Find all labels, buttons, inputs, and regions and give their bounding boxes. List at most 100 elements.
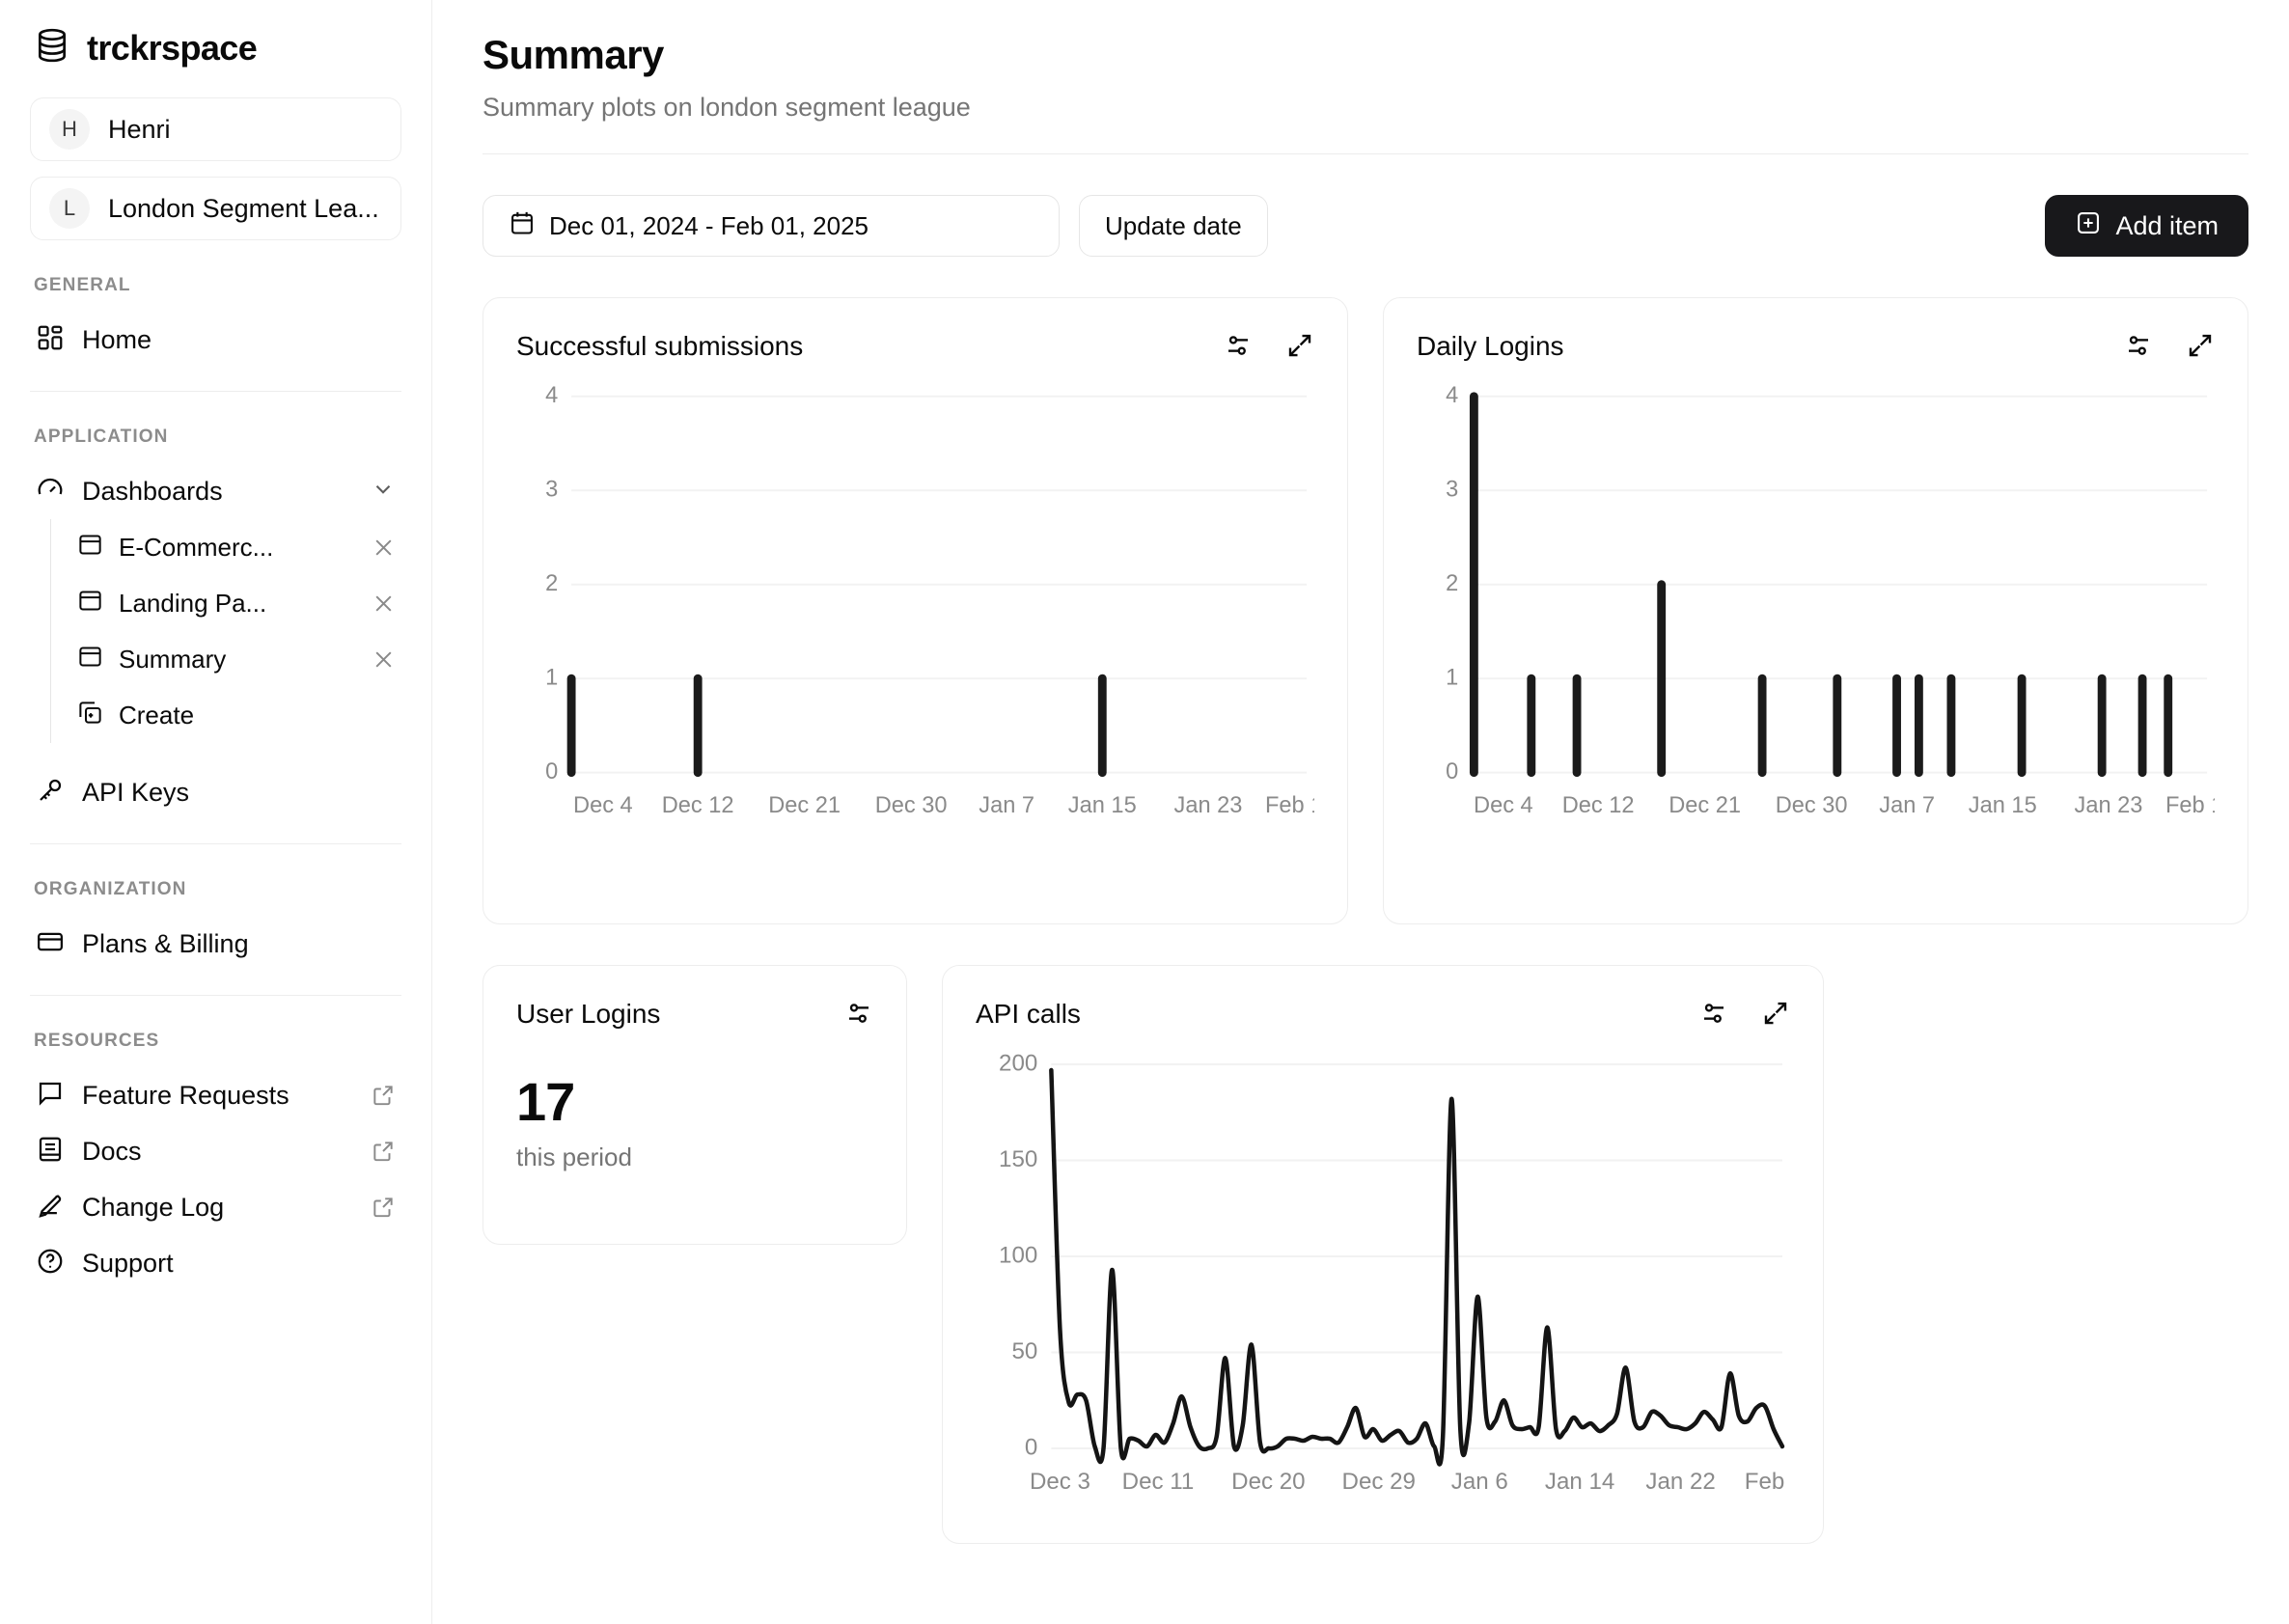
section-organization: ORGANIZATION: [34, 879, 187, 899]
svg-text:150: 150: [999, 1146, 1037, 1172]
sidebar-item-dashboards[interactable]: Dashboards: [30, 463, 401, 519]
user-switcher[interactable]: H Henri: [30, 97, 401, 161]
svg-text:Jan 7: Jan 7: [1879, 793, 1935, 818]
section-general: GENERAL: [34, 275, 131, 295]
card-title: User Logins: [516, 999, 661, 1029]
svg-text:Jan 6: Jan 6: [1451, 1469, 1508, 1495]
credit-card-icon: [36, 927, 65, 961]
svg-text:Dec 21: Dec 21: [768, 793, 841, 818]
sidebar-item-docs[interactable]: Docs: [30, 1123, 401, 1179]
sliders-icon[interactable]: [1224, 331, 1253, 360]
chart-area: 0 1 2 3 4 Dec 4 Dec 12 Dec 21 Dec 30 Jan 7 Jan 15 J…: [516, 383, 1314, 898]
copy-plus-icon: [77, 700, 103, 730]
workspace-switcher[interactable]: L London Segment Lea...: [30, 177, 401, 240]
sidebar-item-dashboard-ecommerce[interactable]: E-Commerc...: [71, 519, 401, 575]
plus-square-icon: [2075, 209, 2102, 243]
gauge-icon: [36, 475, 65, 509]
date-range-picker[interactable]: Dec 01, 2024 - Feb 01, 2025: [483, 195, 1060, 257]
sidebar-item-change-log[interactable]: Change Log: [30, 1179, 401, 1235]
sidebar-item-create-dashboard[interactable]: Create: [71, 687, 401, 743]
sidebar-item-label: Create: [119, 700, 195, 729]
svg-text:Dec 20: Dec 20: [1231, 1469, 1305, 1495]
card-header: API calls: [976, 999, 1790, 1030]
sidebar-item-label: API Keys: [82, 777, 190, 807]
sliders-icon[interactable]: [844, 999, 873, 1028]
sidebar-item-dashboard-summary[interactable]: Summary: [71, 631, 401, 687]
sidebar-item-label: Landing Pa...: [119, 588, 267, 618]
card-actions: [2124, 331, 2215, 360]
expand-icon[interactable]: [1285, 331, 1314, 360]
svg-text:Dec 29: Dec 29: [1342, 1469, 1416, 1495]
svg-text:Jan 22: Jan 22: [1645, 1469, 1715, 1495]
sidebar-item-plans-billing[interactable]: Plans & Billing: [30, 916, 401, 972]
dashboard-row-2: User Logins 17 this period API calls 0 5…: [483, 965, 2248, 1544]
external-link-icon: [371, 1083, 396, 1108]
user-logins-value: 17: [516, 1071, 575, 1132]
svg-text:1: 1: [545, 665, 558, 690]
svg-text:Dec 4: Dec 4: [573, 793, 633, 818]
chevron-down-icon[interactable]: [371, 477, 396, 507]
key-icon: [36, 776, 65, 810]
add-item-button[interactable]: Add item: [2045, 195, 2248, 257]
card-header: User Logins: [516, 999, 873, 1030]
chart-area: 0 1 2 3 4 Dec 4 Dec 12 Dec 21 Dec 30 Jan 7 Jan 15 J…: [1417, 383, 2215, 898]
svg-text:Jan 7: Jan 7: [979, 793, 1034, 818]
sidebar-item-label: Feature Requests: [82, 1080, 290, 1110]
daily-logins-chart: 0 1 2 3 4 Dec 4 Dec 12 Dec 21 Dec 30 Jan 7 Jan 15 J…: [1446, 383, 2215, 818]
sliders-icon[interactable]: [2124, 331, 2153, 360]
svg-text:4: 4: [1446, 383, 1458, 408]
card-title: Successful submissions: [516, 331, 804, 361]
toolbar: Dec 01, 2024 - Feb 01, 2025 Update date …: [483, 195, 2248, 257]
update-date-button[interactable]: Update date: [1079, 195, 1268, 257]
close-icon[interactable]: [372, 647, 396, 672]
card-header: Successful submissions: [516, 331, 1314, 362]
avatar: L: [49, 188, 90, 229]
svg-text:Feb 1: Feb 1: [1745, 1469, 1790, 1495]
app-root: trckrspace H Henri L London Segment Lea.…: [0, 0, 2289, 1624]
svg-text:Feb 1: Feb 1: [1265, 793, 1314, 818]
svg-text:200: 200: [999, 1051, 1037, 1076]
svg-text:2: 2: [545, 571, 558, 596]
svg-text:Dec 30: Dec 30: [875, 793, 948, 818]
sidebar-item-feature-requests[interactable]: Feature Requests: [30, 1067, 401, 1123]
user-switcher-label: Henri: [108, 114, 171, 144]
sidebar: trckrspace H Henri L London Segment Lea.…: [0, 0, 432, 1624]
section-resources: RESOURCES: [34, 1031, 160, 1051]
svg-text:Jan 23: Jan 23: [2075, 793, 2143, 818]
card-daily-logins: Daily Logins 0 1 2 3 4 Dec 4 Dec 12 Dec …: [1383, 297, 2248, 924]
help-circle-icon: [36, 1247, 65, 1280]
divider: [30, 995, 401, 996]
sliders-icon[interactable]: [1699, 999, 1728, 1028]
sidebar-item-api-keys[interactable]: API Keys: [30, 764, 401, 820]
card-api-calls: API calls 0 50 100 150 200 Dec 3 Dec 11 …: [942, 965, 1824, 1544]
svg-text:2: 2: [1446, 571, 1458, 596]
card-actions: [1224, 331, 1314, 360]
sidebar-item-label: Dashboards: [82, 476, 223, 506]
svg-text:Dec 11: Dec 11: [1122, 1469, 1195, 1495]
svg-text:1: 1: [1446, 665, 1458, 690]
svg-text:Dec 4: Dec 4: [1474, 793, 1533, 818]
svg-text:Dec 12: Dec 12: [1562, 793, 1635, 818]
close-icon[interactable]: [372, 592, 396, 616]
brand[interactable]: trckrspace: [30, 0, 401, 97]
user-logins-sublabel: this period: [516, 1142, 632, 1171]
dashboard-row-1: Successful submissions 0 1 2 3 4 Dec 4 D…: [483, 297, 2248, 924]
expand-icon[interactable]: [2186, 331, 2215, 360]
section-application: APPLICATION: [34, 427, 169, 447]
svg-text:3: 3: [545, 477, 558, 502]
sidebar-item-home[interactable]: Home: [30, 312, 401, 368]
main-content: Summary Summary plots on london segment …: [432, 0, 2289, 1624]
page-subtitle: Summary plots on london segment league: [483, 93, 971, 122]
panel-icon: [77, 644, 103, 674]
close-icon[interactable]: [372, 536, 396, 560]
page-title: Summary: [483, 32, 664, 77]
sidebar-item-dashboard-landing-page[interactable]: Landing Pa...: [71, 575, 401, 631]
panel-icon: [77, 588, 103, 619]
expand-icon[interactable]: [1761, 999, 1790, 1028]
sidebar-item-support[interactable]: Support: [30, 1235, 401, 1291]
database-icon: [34, 27, 70, 69]
dashboards-submenu: E-Commerc... Landing Pa... Summary Creat…: [50, 519, 401, 743]
svg-text:Dec 21: Dec 21: [1668, 793, 1741, 818]
calendar-icon: [509, 209, 536, 243]
sidebar-item-label: Summary: [119, 644, 227, 674]
